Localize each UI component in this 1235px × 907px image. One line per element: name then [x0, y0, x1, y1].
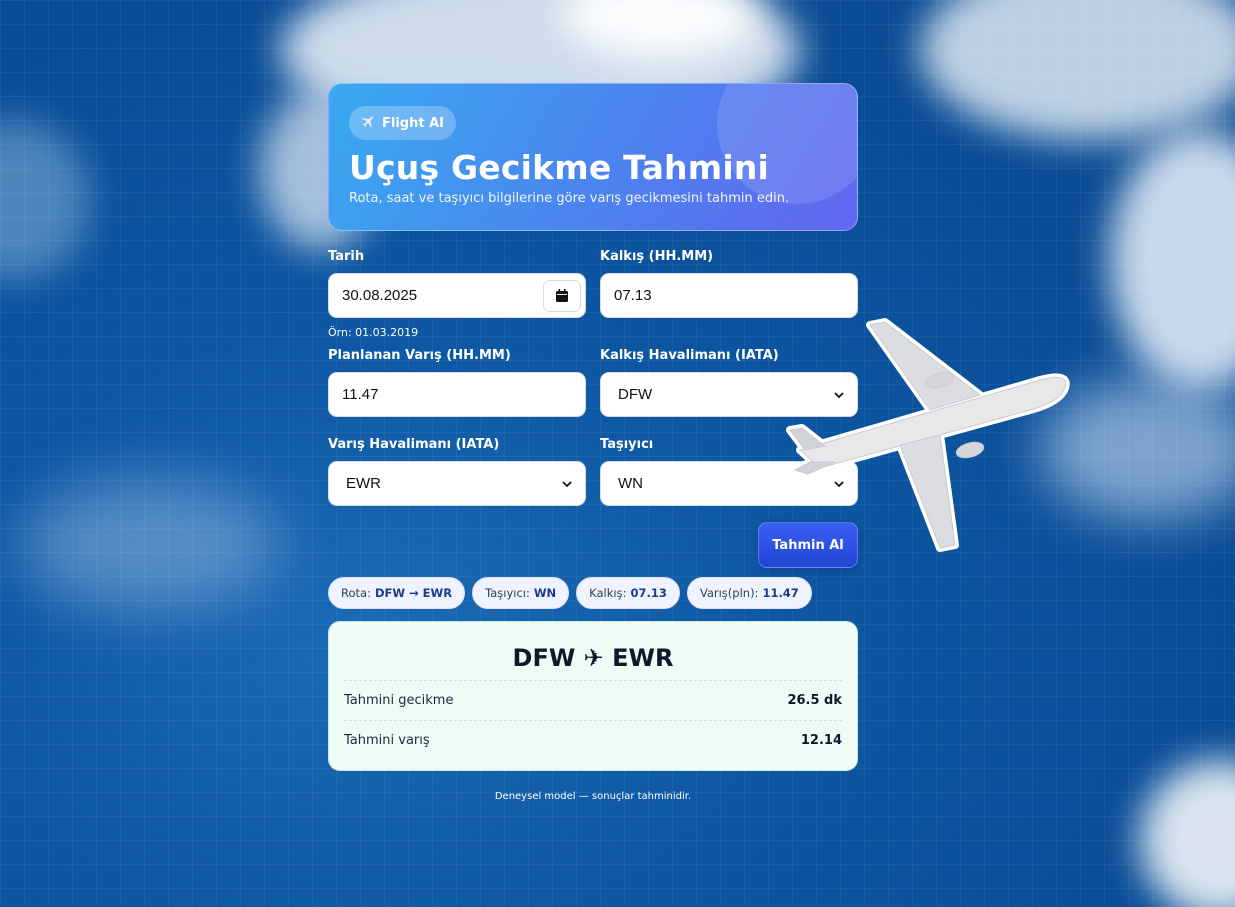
carrier-chip: Taşıyıcı: WN — [472, 577, 570, 609]
planned-arrival-value: 11.47 — [342, 386, 379, 403]
dest-airport-label: Varış Havalimanı (IATA) — [328, 437, 500, 452]
dest-airport-value: EWR — [346, 475, 381, 492]
planned-arrival-input[interactable]: 11.47 — [328, 372, 586, 417]
route-chip-value: DFW → EWR — [374, 586, 453, 600]
arrival-chip: Varış(pln): 11.47 — [686, 577, 812, 609]
app-badge: Flight AI — [349, 106, 456, 140]
planned-arrival-label: Planlanan Varış (HH.MM) — [328, 348, 511, 363]
route-chip: Rota: DFW → EWR — [328, 577, 466, 609]
carrier-chip-value: WN — [533, 586, 557, 600]
delay-row: Tahmini gecikme 26.5 dk — [344, 680, 842, 720]
arrival-value: 12.14 — [800, 733, 842, 748]
departure-chip: Kalkış: 07.13 — [576, 577, 680, 609]
chevron-down-icon — [562, 477, 572, 491]
carrier-chip-label: Taşıyıcı: — [485, 586, 530, 600]
departure-time-label: Kalkış (HH.MM) — [600, 249, 714, 264]
route-chip-label: Rota: — [341, 586, 371, 600]
date-label: Tarih — [328, 249, 365, 264]
main-card: Flight AI Uçuş Gecikme Tahmini Rota, saa… — [328, 83, 858, 802]
date-value: 30.08.2025 — [342, 287, 418, 304]
dest-airport-select[interactable]: EWR — [328, 461, 586, 506]
delay-label: Tahmini gecikme — [344, 693, 454, 708]
app-badge-label: Flight AI — [382, 115, 444, 131]
footer-note: Deneysel model — sonuçlar tahminidir. — [494, 791, 692, 802]
airplane-icon — [361, 114, 376, 133]
prediction-form: Tarih 30.08.2025 Örn: 01.03.2019 Kalkış … — [328, 249, 858, 506]
result-route: DFW ✈ EWR — [512, 644, 674, 672]
arrival-chip-label: Varış(pln): — [699, 586, 759, 600]
departure-chip-label: Kalkış: — [589, 586, 627, 600]
arrival-row: Tahmini varış 12.14 — [344, 720, 842, 760]
delay-value: 26.5 dk — [787, 693, 842, 708]
calendar-icon[interactable] — [543, 279, 581, 312]
departure-chip-value: 07.13 — [630, 586, 667, 600]
hero-header: Flight AI Uçuş Gecikme Tahmini Rota, saa… — [328, 83, 858, 231]
airplane-illustration — [780, 310, 1075, 560]
arrival-chip-value: 11.47 — [762, 586, 799, 600]
arrival-label: Tahmini varış — [344, 733, 430, 748]
date-input[interactable]: 30.08.2025 — [328, 273, 586, 318]
departure-time-value: 07.13 — [614, 287, 652, 304]
result-card: DFW ✈ EWR Tahmini gecikme 26.5 dk Tahmin… — [328, 621, 858, 771]
summary-chips: Rota: DFW → EWR Taşıyıcı: WN Kalkış: 07.13 … — [328, 577, 858, 609]
date-hint: Örn: 01.03.2019 — [328, 326, 419, 339]
